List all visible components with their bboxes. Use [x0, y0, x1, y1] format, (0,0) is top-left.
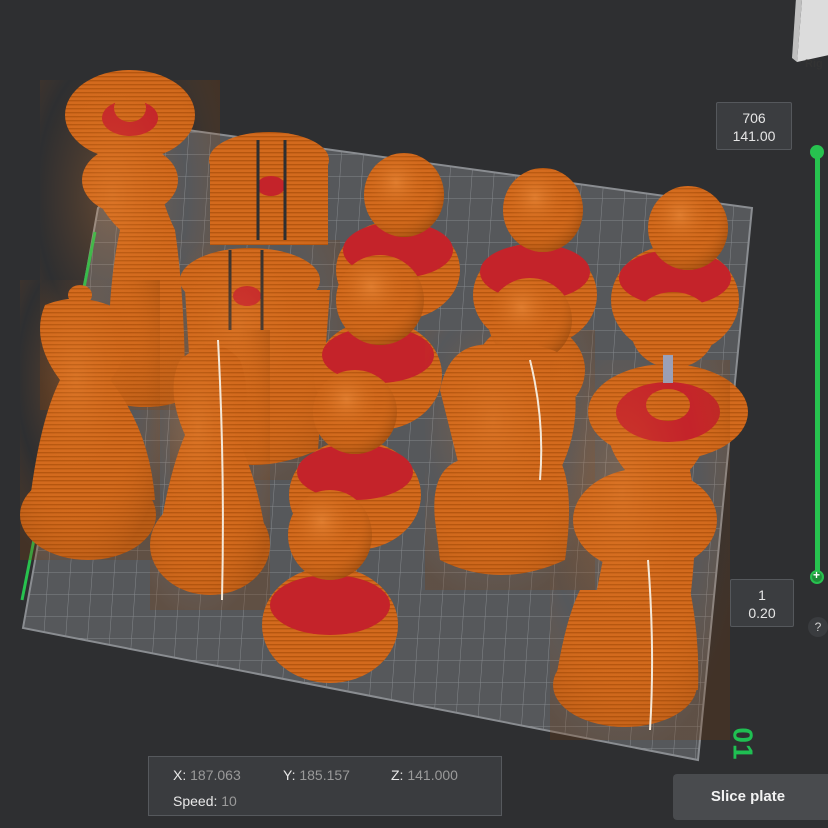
- z-value: 141.000: [407, 767, 458, 783]
- y-value: 185.157: [299, 767, 350, 783]
- x-coordinate: X: 187.063: [173, 767, 241, 783]
- speed-value: 10: [221, 793, 237, 809]
- top-layer-height: 141.00: [732, 128, 776, 144]
- z-coordinate: Z: 141.000: [391, 767, 458, 783]
- x-label: X:: [173, 767, 187, 783]
- plate-number: 01: [727, 727, 759, 761]
- view-cube-label: Rig: [805, 58, 823, 70]
- x-value: 187.063: [190, 767, 241, 783]
- top-layer-readout: 706 141.00: [716, 102, 792, 150]
- y-coordinate: Y: 185.157: [283, 767, 350, 783]
- 3d-viewport[interactable]: [0, 0, 828, 828]
- y-label: Y:: [283, 767, 296, 783]
- chess-rook-model[interactable]: [209, 132, 329, 245]
- speed-readout: Speed: 10: [173, 793, 237, 809]
- layer-slider-track[interactable]: [815, 152, 820, 578]
- speed-label: Speed:: [173, 793, 218, 809]
- position-info-panel: X: 187.063 Y: 185.157 Z: 141.000 Speed: …: [148, 756, 502, 816]
- chess-bishop-model[interactable]: [150, 330, 270, 610]
- bottom-slider-handle-icon[interactable]: [810, 568, 824, 584]
- bottom-layer-number: 1: [758, 587, 766, 603]
- z-label: Z:: [391, 767, 404, 783]
- top-layer-number: 706: [742, 110, 766, 126]
- bottom-layer-readout: 1 0.20: [730, 579, 794, 627]
- chess-king-model[interactable]: [550, 355, 748, 740]
- chess-bishop-model[interactable]: [20, 280, 160, 560]
- help-icon[interactable]: ?: [808, 617, 828, 637]
- slice-plate-button[interactable]: Slice plate: [673, 774, 828, 820]
- bottom-layer-height: 0.20: [748, 605, 776, 621]
- top-slider-handle-icon[interactable]: [810, 145, 824, 159]
